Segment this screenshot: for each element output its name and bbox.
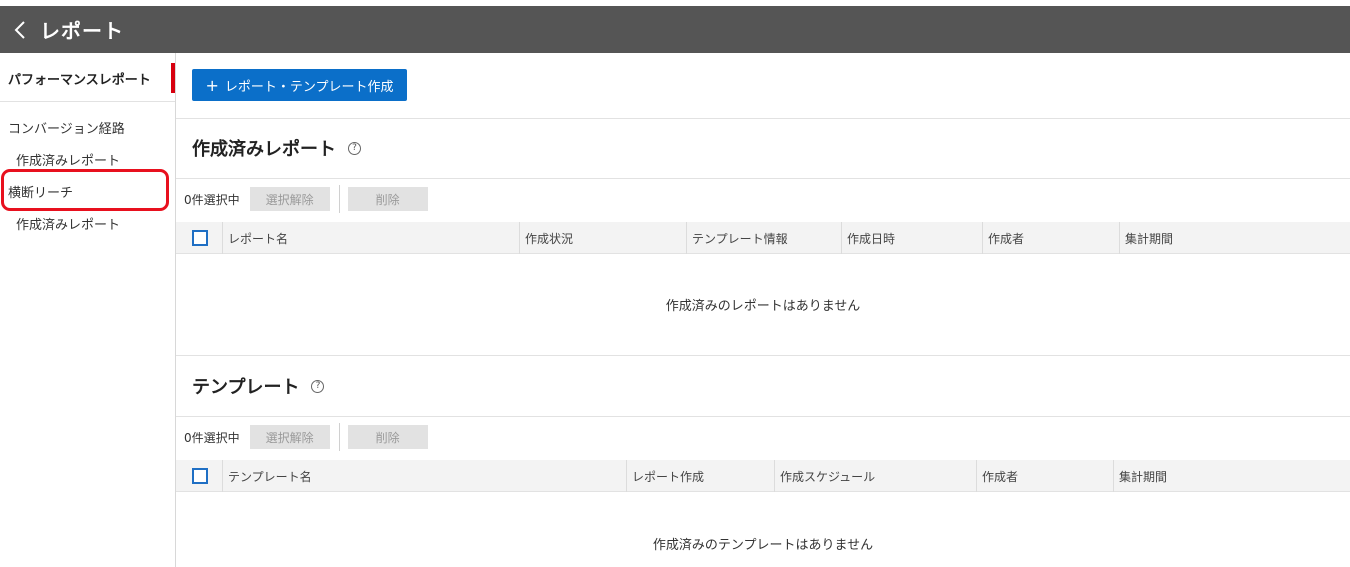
reports-section-title: 作成済みレポート ?	[192, 135, 361, 161]
divider	[176, 355, 1350, 356]
divider	[176, 416, 1350, 417]
sidebar-item-performance-report[interactable]: パフォーマンスレポート	[0, 63, 176, 93]
column-header[interactable]: 作成者	[982, 222, 1120, 254]
divider	[176, 178, 1350, 179]
toolbar-separator	[338, 185, 340, 213]
column-header[interactable]: 作成日時	[841, 222, 983, 254]
highlight-annotation	[1, 169, 169, 211]
sidebar-item-conversion-reports[interactable]: 作成済みレポート	[16, 150, 120, 169]
delete-button[interactable]: 削除	[347, 187, 428, 211]
create-button-label: レポート・テンプレート作成	[224, 79, 394, 95]
clear-selection-button[interactable]: 選択解除	[249, 425, 330, 449]
plus-icon: +	[205, 75, 219, 95]
reports-title-text: 作成済みレポート	[192, 139, 336, 160]
column-header[interactable]: 作成スケジュール	[774, 460, 978, 492]
column-header[interactable]: レポート作成	[626, 460, 775, 492]
main-content: + レポート・テンプレート作成 作成済みレポート ? 0件選択中 選択解除 削除…	[176, 53, 1350, 567]
templates-empty-message: 作成済みのテンプレートはありません	[652, 538, 874, 553]
reports-table-header: レポート名 作成状況 テンプレート情報 作成日時 作成者 集計期間	[176, 222, 1350, 254]
column-header[interactable]: 集計期間	[1119, 222, 1350, 254]
reports-toolbar: 0件選択中 選択解除 削除	[184, 185, 428, 213]
column-header[interactable]: テンプレート情報	[686, 222, 842, 254]
page-title: レポート	[40, 19, 124, 43]
app-header: レポート	[0, 6, 1350, 53]
column-header[interactable]: 作成状況	[519, 222, 687, 254]
templates-section-title: テンプレート ?	[192, 373, 325, 399]
help-icon[interactable]: ?	[311, 379, 325, 393]
templates-table-header: テンプレート名 レポート作成 作成スケジュール 作成者 集計期間	[176, 460, 1350, 492]
chevron-left-icon[interactable]	[0, 6, 40, 53]
sidebar-item-label: パフォーマンスレポート	[8, 72, 151, 88]
select-all-checkbox[interactable]	[192, 230, 208, 246]
sidebar-item-cross-reach-reports[interactable]: 作成済みレポート	[16, 214, 120, 233]
column-header[interactable]: レポート名	[222, 222, 522, 254]
sidebar: パフォーマンスレポート コンバージョン経路 作成済みレポート 横断リーチ 作成済…	[0, 53, 176, 567]
column-header[interactable]: 作成者	[976, 460, 1115, 492]
active-indicator	[171, 63, 175, 93]
create-report-template-button[interactable]: + レポート・テンプレート作成	[192, 69, 407, 101]
templates-title-text: テンプレート	[192, 377, 300, 398]
selected-count: 0件選択中	[184, 192, 240, 207]
toolbar-separator	[338, 423, 340, 451]
select-all-checkbox[interactable]	[192, 468, 208, 484]
selected-count: 0件選択中	[184, 430, 240, 445]
help-icon[interactable]: ?	[348, 141, 361, 155]
clear-selection-button[interactable]: 選択解除	[249, 187, 330, 211]
delete-button[interactable]: 削除	[347, 425, 428, 449]
divider	[176, 118, 1350, 119]
column-header[interactable]: テンプレート名	[222, 460, 627, 492]
templates-toolbar: 0件選択中 選択解除 削除	[184, 423, 428, 451]
column-header[interactable]: 集計期間	[1113, 460, 1350, 492]
sidebar-item-conversion-path[interactable]: コンバージョン経路	[8, 118, 125, 137]
reports-empty-message: 作成済みのレポートはありません	[665, 299, 861, 314]
sidebar-divider	[0, 101, 175, 102]
